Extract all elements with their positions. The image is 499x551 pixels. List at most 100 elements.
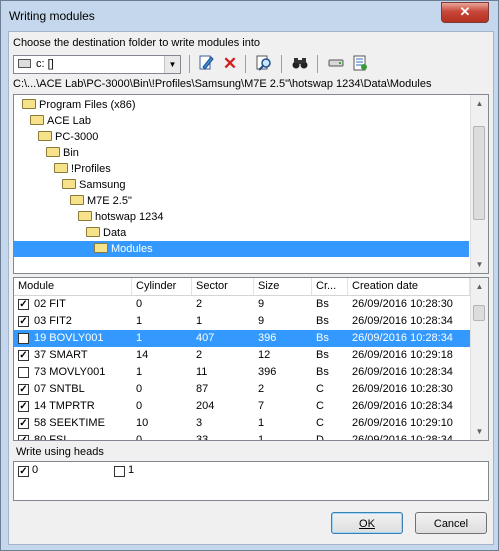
delete-icon[interactable]: ✕ [219, 54, 241, 74]
cell-cylinder: 0 [136, 400, 143, 412]
drive-select-value: c: [] [36, 58, 54, 70]
dialog-window: Writing modules ✕ Choose the destination… [0, 0, 499, 551]
folder-icon [86, 227, 100, 237]
drive-select[interactable]: c: [] ▼ [13, 55, 181, 74]
module-checkbox[interactable]: ✓ [18, 299, 29, 310]
scroll-up-icon[interactable]: ▲ [471, 95, 488, 112]
ok-button[interactable]: OK [331, 512, 403, 534]
module-checkbox[interactable]: ✓ [18, 418, 29, 429]
cell-cylinder: 0 [136, 383, 143, 395]
table-row[interactable]: 73 MOVLY001 1 11 396 Bs 26/09/2016 10:28:34 [14, 364, 470, 381]
cell-cr: D [316, 434, 324, 441]
cell-date: 26/09/2016 10:28:30 [352, 298, 453, 310]
scroll-down-icon[interactable]: ▼ [471, 256, 488, 273]
modules-table[interactable]: Module Cylinder Sector Size Cr... Creation da… [13, 277, 489, 441]
cell-cr: Bs [316, 315, 329, 327]
cell-cr: Bs [316, 332, 329, 344]
module-checkbox[interactable] [18, 367, 29, 378]
column-header[interactable]: Creation date [348, 278, 470, 295]
tree-node[interactable]: PC-3000 [38, 129, 98, 145]
toolbar-separator [189, 55, 190, 73]
tree-selection-highlight [14, 241, 469, 257]
close-button[interactable]: ✕ [441, 2, 489, 23]
table-row[interactable]: ✓ 14 TMPRTR 0 204 7 C 26/09/2016 10:28:34 [14, 398, 470, 415]
heads-box: ✓ 0 1 [13, 461, 489, 501]
table-header: Module Cylinder Sector Size Cr... Creation da… [14, 278, 470, 296]
module-checkbox[interactable]: ✓ [18, 350, 29, 361]
find-icon[interactable] [253, 54, 275, 74]
toolbar-separator [281, 55, 282, 73]
cell-cr: Bs [316, 349, 329, 361]
scroll-down-icon[interactable]: ▼ [471, 423, 488, 440]
tree-scrollbar[interactable]: ▲ ▼ [470, 95, 488, 273]
drive-icon[interactable] [325, 54, 347, 74]
binoculars-icon[interactable] [289, 54, 311, 74]
table-row[interactable]: ✓ 80 FSL 0 33 1 D 26/09/2016 10:28:34 [14, 432, 470, 441]
head-checkbox[interactable]: ✓ [18, 466, 29, 477]
cell-module: 58 SEEKTIME [34, 417, 105, 429]
head-checkbox[interactable] [114, 466, 125, 477]
tree-node-label: Modules [111, 243, 153, 255]
tree-node[interactable]: Program Files (x86) [22, 97, 136, 113]
scroll-up-icon[interactable]: ▲ [471, 278, 488, 295]
table-row[interactable]: ✓ 02 FIT 0 2 9 Bs 26/09/2016 10:28:30 [14, 296, 470, 313]
module-checkbox[interactable]: ✓ [18, 401, 29, 412]
folder-icon [30, 115, 44, 125]
chevron-down-icon[interactable]: ▼ [164, 56, 180, 73]
head-label: 1 [128, 464, 135, 476]
table-row[interactable]: 19 BOVLY001 1 407 396 Bs 26/09/2016 10:28:34 [14, 330, 470, 347]
cell-size: 1 [258, 417, 265, 429]
module-checkbox[interactable] [18, 333, 29, 344]
tree-node-label: Program Files (x86) [39, 99, 136, 111]
cell-size: 396 [258, 332, 277, 344]
tree-node[interactable]: Bin [46, 145, 79, 161]
tree-node[interactable]: M7E 2.5" [70, 193, 132, 209]
module-checkbox[interactable]: ✓ [18, 435, 29, 440]
table-row[interactable]: ✓ 07 SNTBL 0 87 2 C 26/09/2016 10:28:30 [14, 381, 470, 398]
tree-node[interactable]: hotswap 1234 [78, 209, 164, 225]
module-checkbox[interactable]: ✓ [18, 316, 29, 327]
table-row[interactable]: ✓ 58 SEEKTIME 10 3 1 C 26/09/2016 10:29:10 [14, 415, 470, 432]
table-icon[interactable] [349, 54, 371, 74]
cell-module: 03 FIT2 [34, 315, 72, 327]
cell-size: 12 [258, 349, 271, 361]
table-row[interactable]: ✓ 03 FIT2 1 1 9 Bs 26/09/2016 10:28:34 [14, 313, 470, 330]
table-row[interactable]: ✓ 37 SMART 14 2 12 Bs 26/09/2016 10:29:18 [14, 347, 470, 364]
cell-size: 9 [258, 298, 265, 310]
head-label: 0 [32, 464, 39, 476]
cell-size: 1 [258, 434, 265, 441]
tree-node[interactable]: Modules [94, 241, 153, 257]
tree-node-label: Samsung [79, 179, 126, 191]
scroll-thumb[interactable] [473, 305, 485, 321]
tree-node[interactable]: ACE Lab [30, 113, 91, 129]
tree-node[interactable]: Data [86, 225, 126, 241]
tree-node[interactable]: !Profiles [54, 161, 111, 177]
column-header[interactable]: Module [14, 278, 132, 295]
cell-cylinder: 1 [136, 332, 143, 344]
destination-path: C:\...\ACE Lab\PC-3000\Bin\!Profiles\Sam… [13, 78, 432, 90]
cancel-button[interactable]: Cancel [415, 512, 487, 534]
scroll-thumb[interactable] [473, 126, 485, 220]
column-header[interactable]: Sector [192, 278, 254, 295]
column-header[interactable]: Cylinder [132, 278, 192, 295]
cell-date: 26/09/2016 10:29:10 [352, 417, 453, 429]
column-header[interactable]: Cr... [312, 278, 348, 295]
folder-icon [46, 147, 60, 157]
tree-node[interactable]: Samsung [62, 177, 125, 193]
cell-date: 26/09/2016 10:28:34 [352, 400, 453, 412]
table-scrollbar[interactable]: ▲ ▼ [470, 278, 488, 440]
cell-date: 26/09/2016 10:28:34 [352, 366, 453, 378]
column-header[interactable]: Size [254, 278, 312, 295]
folder-icon [54, 163, 68, 173]
cell-cylinder: 14 [136, 349, 149, 361]
cell-cylinder: 1 [136, 315, 143, 327]
title-bar[interactable]: Writing modules ✕ [1, 1, 498, 31]
cell-date: 26/09/2016 10:28:34 [352, 332, 453, 344]
cell-cylinder: 0 [136, 298, 143, 310]
module-checkbox[interactable]: ✓ [18, 384, 29, 395]
cell-cylinder: 10 [136, 417, 149, 429]
cell-module: 19 BOVLY001 [34, 332, 104, 344]
edit-icon[interactable] [195, 54, 217, 74]
cell-sector: 407 [196, 332, 215, 344]
folder-tree[interactable]: ▲ ▼ Program Files (x86) ACE Lab PC-3000 Bin… [13, 94, 489, 274]
